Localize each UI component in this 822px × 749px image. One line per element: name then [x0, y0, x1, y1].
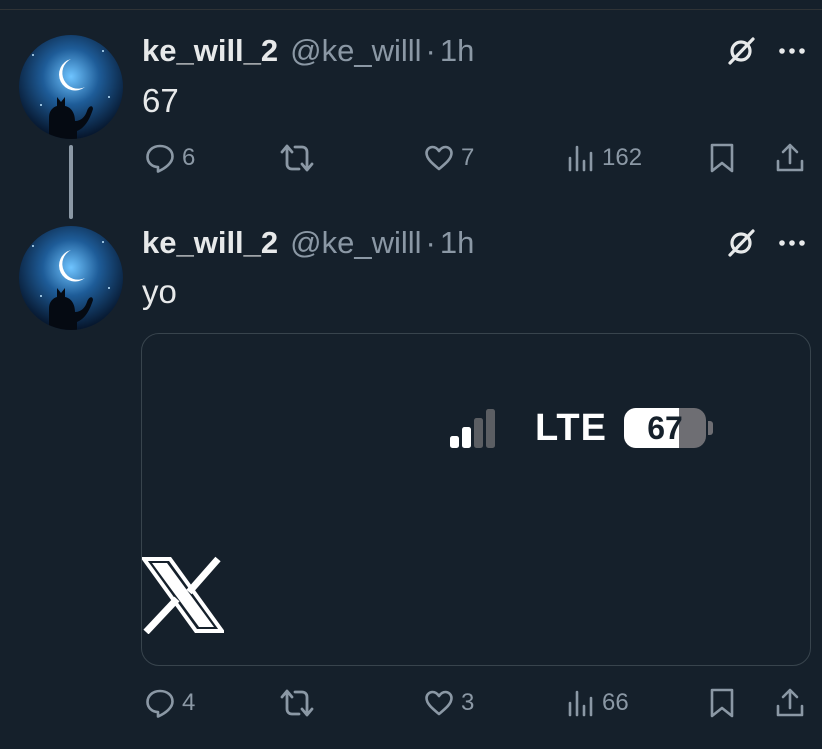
like-count: 3: [461, 689, 475, 716]
avatar[interactable]: [19, 226, 123, 330]
share-button[interactable]: [774, 138, 806, 178]
views-icon: [568, 690, 593, 717]
battery-level: 67: [647, 410, 683, 446]
like-icon: [425, 145, 453, 171]
signal-bar: [486, 409, 495, 448]
views-count: 66: [602, 689, 629, 716]
avatar-image: [19, 226, 123, 330]
grok-icon[interactable]: [726, 36, 756, 66]
tweet-header: ke_will_2 @ke_willl · 1h: [142, 33, 474, 69]
network-label: LTE: [535, 407, 607, 449]
reply-count: 4: [182, 689, 196, 716]
avatar[interactable]: [19, 35, 123, 139]
share-icon: [776, 143, 804, 172]
top-divider: [0, 9, 822, 10]
tweet-actions: 6 7 162: [140, 138, 810, 178]
display-name[interactable]: ke_will_2: [142, 225, 278, 261]
reply-icon: [146, 689, 174, 718]
x-logo: [142, 556, 224, 634]
like-button[interactable]: 3: [423, 683, 474, 723]
handle[interactable]: @ke_willl: [290, 225, 421, 261]
separator-dot: ·: [425, 225, 436, 260]
views-button[interactable]: 162: [566, 138, 642, 178]
signal-bar: [450, 436, 459, 448]
display-name[interactable]: ke_will_2: [142, 33, 278, 69]
signal-bar: [474, 418, 483, 448]
more-icon[interactable]: [777, 228, 807, 258]
grok-icon[interactable]: [726, 228, 756, 258]
bookmark-icon: [710, 143, 734, 173]
tweet-text: 67: [142, 82, 179, 119]
handle[interactable]: @ke_willl: [290, 33, 421, 69]
repost-icon: [280, 689, 314, 717]
repost-button[interactable]: [279, 138, 321, 178]
like-count: 7: [461, 144, 475, 171]
tweet-text: yo: [142, 273, 177, 310]
repost-button[interactable]: [279, 683, 321, 723]
reply-icon: [146, 144, 174, 173]
media-card[interactable]: LTE 67: [141, 333, 811, 666]
views-button[interactable]: 66: [566, 683, 629, 723]
separator-dot: ·: [425, 33, 436, 68]
thread-connector-line: [69, 145, 73, 219]
repost-icon: [280, 144, 314, 172]
tweet-actions: 4 3 66: [140, 683, 810, 723]
tweet-header: ke_will_2 @ke_willl · 1h: [142, 225, 474, 261]
bookmark-icon: [710, 688, 734, 718]
battery-indicator: 67: [624, 408, 706, 448]
share-icon: [776, 688, 804, 717]
bookmark-button[interactable]: [707, 683, 737, 723]
like-icon: [425, 690, 453, 716]
like-button[interactable]: 7: [423, 138, 474, 178]
share-button[interactable]: [774, 683, 806, 723]
reply-button[interactable]: 4: [144, 683, 195, 723]
avatar-image: [19, 35, 123, 139]
bookmark-button[interactable]: [707, 138, 737, 178]
views-icon: [568, 145, 593, 172]
timestamp[interactable]: 1h: [440, 33, 474, 69]
more-icon[interactable]: [777, 36, 807, 66]
signal-bar: [462, 427, 471, 448]
views-count: 162: [602, 144, 643, 171]
battery-tip: [708, 421, 713, 435]
timestamp[interactable]: 1h: [440, 225, 474, 261]
reply-count: 6: [182, 144, 196, 171]
reply-button[interactable]: 6: [144, 138, 195, 178]
signal-bars-icon: [450, 409, 495, 448]
